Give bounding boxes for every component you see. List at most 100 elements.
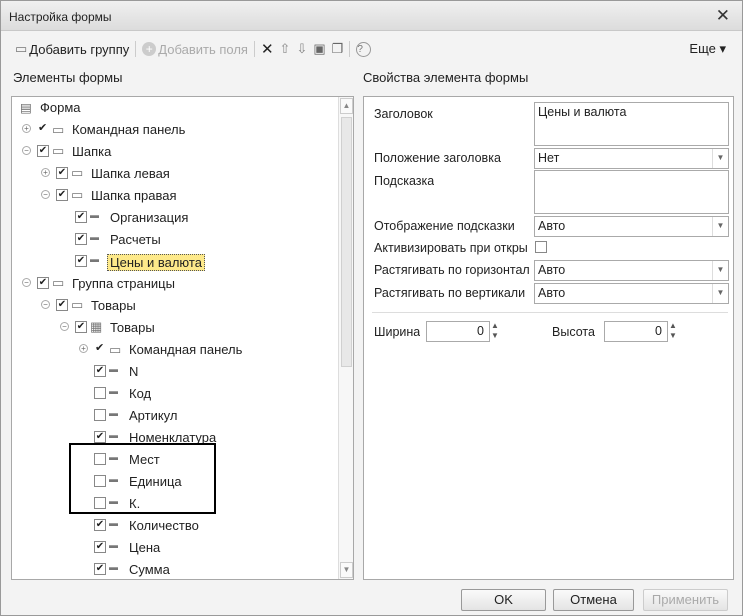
expand-icon[interactable]: + xyxy=(22,124,31,133)
close-icon[interactable]: ✕ xyxy=(716,6,730,26)
visibility-checkbox[interactable]: ✔ xyxy=(94,541,106,553)
tree-item[interactable]: ✔ ▬ Расчеты xyxy=(12,229,337,251)
tree-item-label: Расчеты xyxy=(110,232,161,247)
tree-item[interactable]: ▬ Артикул xyxy=(12,405,337,427)
visibility-checkbox[interactable] xyxy=(94,409,106,421)
uncheck-all-icon[interactable]: ❐ xyxy=(332,41,344,57)
tree-item[interactable]: − ✔ ▭ Шапка правая xyxy=(12,185,337,207)
visibility-checkbox[interactable]: ✔ xyxy=(37,145,49,157)
folder-icon: ▭ xyxy=(52,275,65,290)
tree-item[interactable]: ✔ ▬ N xyxy=(12,361,337,383)
move-down-icon[interactable]: ⇩ xyxy=(296,41,307,57)
vertical-scrollbar[interactable]: ▲ ▼ xyxy=(338,97,353,579)
more-menu-button[interactable]: Еще ▾ xyxy=(689,41,726,57)
tree-item[interactable]: − ✔ ▭ Товары xyxy=(12,295,337,317)
scroll-up-button[interactable]: ▲ xyxy=(340,98,353,114)
activate-on-open-label: Активизировать при откры xyxy=(374,241,528,255)
help-icon[interactable]: ? xyxy=(356,41,372,57)
collapse-icon[interactable]: − xyxy=(22,146,31,155)
height-label: Высота xyxy=(552,325,595,339)
separator xyxy=(135,41,137,57)
title-input[interactable]: Цены и валюта xyxy=(534,102,729,146)
stretch-horizontal-select[interactable]: Авто ▼ xyxy=(534,260,729,281)
check-all-icon[interactable]: ▣ xyxy=(313,41,325,57)
tree-item-label: Цены и валюта xyxy=(107,254,205,271)
tree-item-label: Организация xyxy=(110,210,189,225)
width-spinner[interactable]: ▲ ▼ xyxy=(491,321,499,341)
scroll-thumb[interactable] xyxy=(341,117,352,367)
visibility-checkbox[interactable]: ✔ xyxy=(75,211,87,223)
tree-item[interactable]: − ✔ ▭ Группа страницы xyxy=(12,273,337,295)
add-group-button[interactable]: ▭ Добавить группу xyxy=(15,41,129,57)
separator xyxy=(253,41,255,57)
expand-icon[interactable]: + xyxy=(79,344,88,353)
chevron-down-icon[interactable]: ▼ xyxy=(712,284,728,303)
collapse-icon[interactable]: − xyxy=(22,278,31,287)
field-icon: ▬ xyxy=(90,232,99,242)
tree-item[interactable]: − ✔ ▭ Шапка xyxy=(12,141,337,163)
tree-item[interactable]: ✔ ▬ Цена xyxy=(12,537,337,559)
chevron-down-icon[interactable]: ▼ xyxy=(712,149,728,168)
visibility-checkbox[interactable]: ✔ xyxy=(94,431,106,443)
tree-item[interactable]: ✔ ▬ Организация xyxy=(12,207,337,229)
move-up-icon[interactable]: ⇧ xyxy=(280,41,291,57)
scroll-down-button[interactable]: ▼ xyxy=(340,562,353,578)
folder-icon: ▭ xyxy=(71,165,84,180)
activate-on-open-checkbox[interactable] xyxy=(535,241,547,253)
visibility-checkbox[interactable]: ✔ xyxy=(75,233,87,245)
visibility-checkbox[interactable]: ✔ xyxy=(56,299,68,311)
title-position-select[interactable]: Нет ▼ xyxy=(534,148,729,169)
visibility-checkbox[interactable]: ✔ xyxy=(37,277,49,289)
collapse-icon[interactable]: − xyxy=(60,322,69,331)
tree-item-label: Цена xyxy=(129,540,161,555)
visibility-checkbox[interactable] xyxy=(94,387,106,399)
chevron-down-icon[interactable]: ▼ xyxy=(712,217,728,236)
field-icon: ▬ xyxy=(109,364,118,374)
checkmark-icon[interactable]: ✔ xyxy=(95,341,104,354)
checkmark-icon[interactable]: ✔ xyxy=(38,121,47,134)
visibility-checkbox[interactable]: ✔ xyxy=(94,519,106,531)
tooltip-input[interactable] xyxy=(534,170,729,214)
visibility-checkbox[interactable]: ✔ xyxy=(56,167,68,179)
tree-item-label: Шапка правая xyxy=(91,188,177,203)
tree-item[interactable]: + ✔ ▭ Шапка левая xyxy=(12,163,337,185)
width-input[interactable]: 0 xyxy=(426,321,490,342)
tree-item[interactable]: ▬ Код xyxy=(12,383,337,405)
expand-icon[interactable]: + xyxy=(41,168,50,177)
field-icon: ▬ xyxy=(109,430,118,440)
visibility-checkbox[interactable]: ✔ xyxy=(94,563,106,575)
tree-item[interactable]: ✔ ▬ Количество xyxy=(12,515,337,537)
visibility-checkbox[interactable]: ✔ xyxy=(75,255,87,267)
visibility-checkbox[interactable]: ✔ xyxy=(94,365,106,377)
tree-item[interactable]: ✔ ▬ Сумма xyxy=(12,559,337,579)
tree-item[interactable]: ✔ ▬ Цены и валюта xyxy=(12,251,337,273)
ok-button[interactable]: OK xyxy=(461,589,546,611)
visibility-checkbox[interactable]: ✔ xyxy=(56,189,68,201)
tree-item-label: Количество xyxy=(129,518,199,533)
tree-item[interactable]: ▤ Форма xyxy=(12,97,337,119)
collapse-icon[interactable]: − xyxy=(41,190,50,199)
delete-icon[interactable]: ✕ xyxy=(261,40,274,58)
stretch-vertical-value: Авто xyxy=(538,286,566,300)
tooltip-display-select[interactable]: Авто ▼ xyxy=(534,216,729,237)
divider xyxy=(372,312,728,313)
tree-item-label: Код xyxy=(129,386,152,401)
tree-item-label: Шапка левая xyxy=(91,166,170,181)
stretch-vertical-select[interactable]: Авто ▼ xyxy=(534,283,729,304)
add-fields-button[interactable]: + Добавить поля xyxy=(142,42,248,57)
collapse-icon[interactable]: − xyxy=(41,300,50,309)
height-spinner[interactable]: ▲ ▼ xyxy=(669,321,677,341)
window-title: Настройка формы xyxy=(9,10,112,24)
tree-item[interactable]: + ✔ ▭ Командная панель xyxy=(12,119,337,141)
add-fields-label: Добавить поля xyxy=(158,41,248,57)
tree-item[interactable]: − ✔ ▦ Товары xyxy=(12,317,337,339)
height-input[interactable]: 0 xyxy=(604,321,668,342)
command-bar-icon: ▭ xyxy=(109,342,122,357)
chevron-down-icon[interactable]: ▼ xyxy=(712,261,728,280)
folder-icon: ▭ xyxy=(71,187,84,202)
visibility-checkbox[interactable]: ✔ xyxy=(75,321,87,333)
tree-item-label: Артикул xyxy=(129,408,178,423)
tree-item[interactable]: + ✔ ▭ Командная панель xyxy=(12,339,337,361)
cancel-button[interactable]: Отмена xyxy=(553,589,634,611)
apply-button[interactable]: Применить xyxy=(643,589,728,611)
